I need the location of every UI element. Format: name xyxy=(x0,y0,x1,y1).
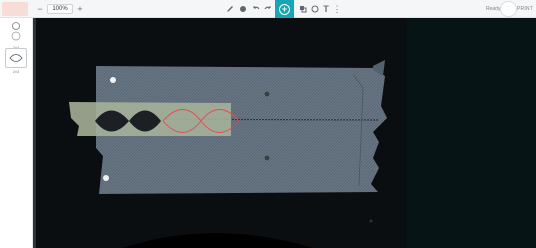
rivet-marker xyxy=(369,219,373,223)
rivet-marker xyxy=(103,175,109,181)
text-tool-button[interactable]: T xyxy=(321,2,331,16)
rivet-marker xyxy=(110,77,116,83)
redo-button[interactable] xyxy=(263,2,273,16)
leaf-thumbnail xyxy=(5,48,27,68)
layers-icon xyxy=(300,6,307,13)
undo-icon xyxy=(253,6,260,10)
fill-tool-button[interactable] xyxy=(238,2,248,16)
top-toolbar: − 100% + + T ⋮ Ready PRINT xyxy=(0,0,536,18)
shape-button[interactable] xyxy=(310,2,320,16)
add-icon: + xyxy=(279,3,290,15)
undo-button[interactable] xyxy=(251,2,261,16)
layers-panel: 2x3 2x3 xyxy=(0,18,33,248)
draw-tool-icon xyxy=(227,6,233,12)
panel-item-label: 2x3 xyxy=(12,69,20,74)
text-tool-icon: T xyxy=(323,3,329,14)
zoom-level-field[interactable]: 100% xyxy=(47,4,73,14)
curve-thumbnail xyxy=(7,30,25,44)
draw-tool-button[interactable] xyxy=(225,2,235,16)
status-text: Ready xyxy=(486,6,501,12)
print-button[interactable] xyxy=(500,1,517,17)
bed-shadow xyxy=(123,233,313,248)
more-icon: ⋮ xyxy=(332,3,342,14)
fill-tool-icon xyxy=(240,6,246,12)
app-logo xyxy=(2,2,28,16)
layers-button[interactable] xyxy=(298,2,308,16)
app-window: − 100% + + T ⋮ Ready PRINT 2x3 2x3 xyxy=(0,0,536,248)
shape-icon xyxy=(311,5,319,13)
zoom-in-button[interactable]: + xyxy=(75,2,85,16)
design-canvas[interactable] xyxy=(33,18,536,248)
more-options-button[interactable]: ⋮ xyxy=(332,2,342,16)
curve-icon xyxy=(11,31,21,41)
panel-item-selected[interactable]: 2x3 xyxy=(2,48,30,74)
panel-item[interactable]: 2x3 xyxy=(2,30,30,50)
canvas-scene xyxy=(69,60,387,248)
print-label: PRINT xyxy=(517,6,533,12)
rivet-marker xyxy=(264,91,270,97)
zoom-out-button[interactable]: − xyxy=(35,2,45,16)
add-element-button[interactable]: + xyxy=(275,0,294,18)
rivet-marker xyxy=(264,155,270,161)
leaf-icon xyxy=(9,54,23,62)
redo-icon xyxy=(264,6,271,10)
